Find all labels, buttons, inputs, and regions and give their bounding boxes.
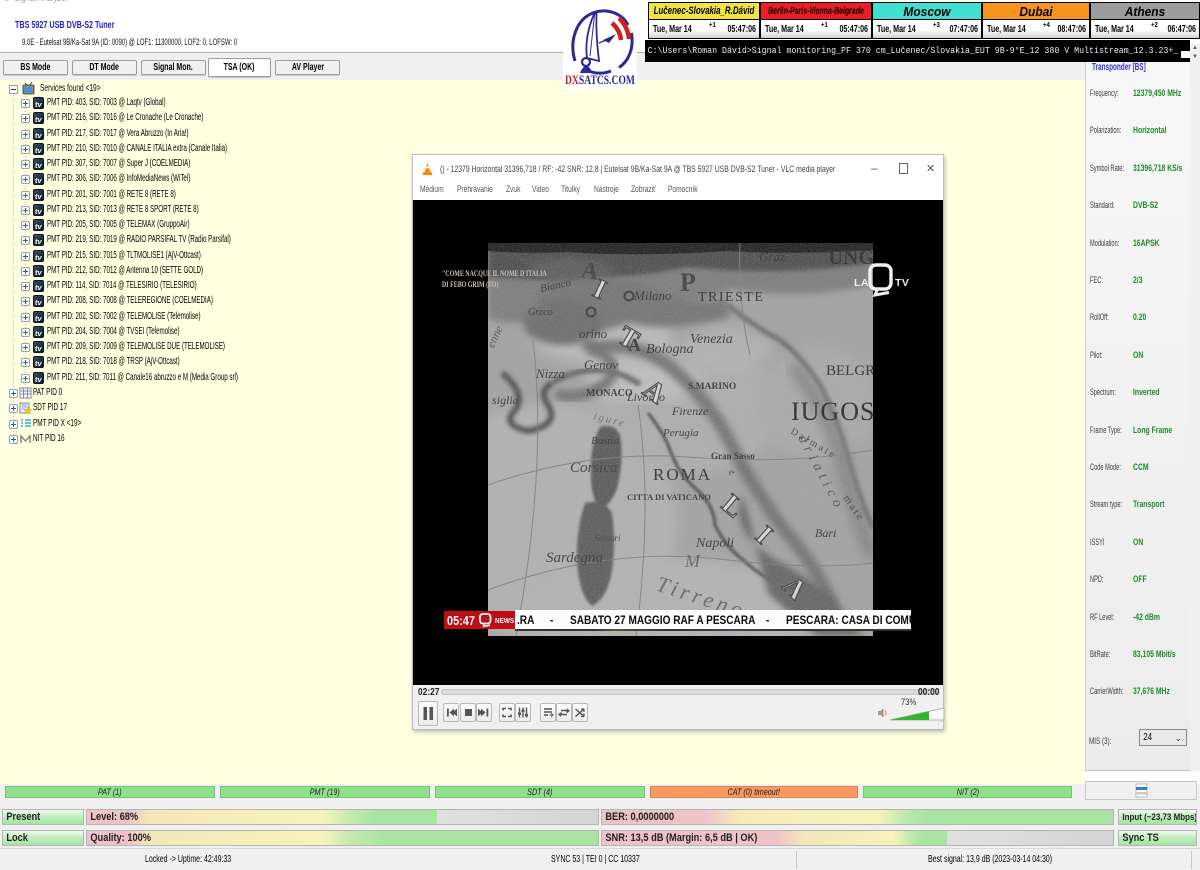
svg-text:LA: LA [854,277,869,289]
svg-text:TV: TV [895,277,909,289]
svg-text:DXSATCS.COM: DXSATCS.COM [565,73,635,87]
